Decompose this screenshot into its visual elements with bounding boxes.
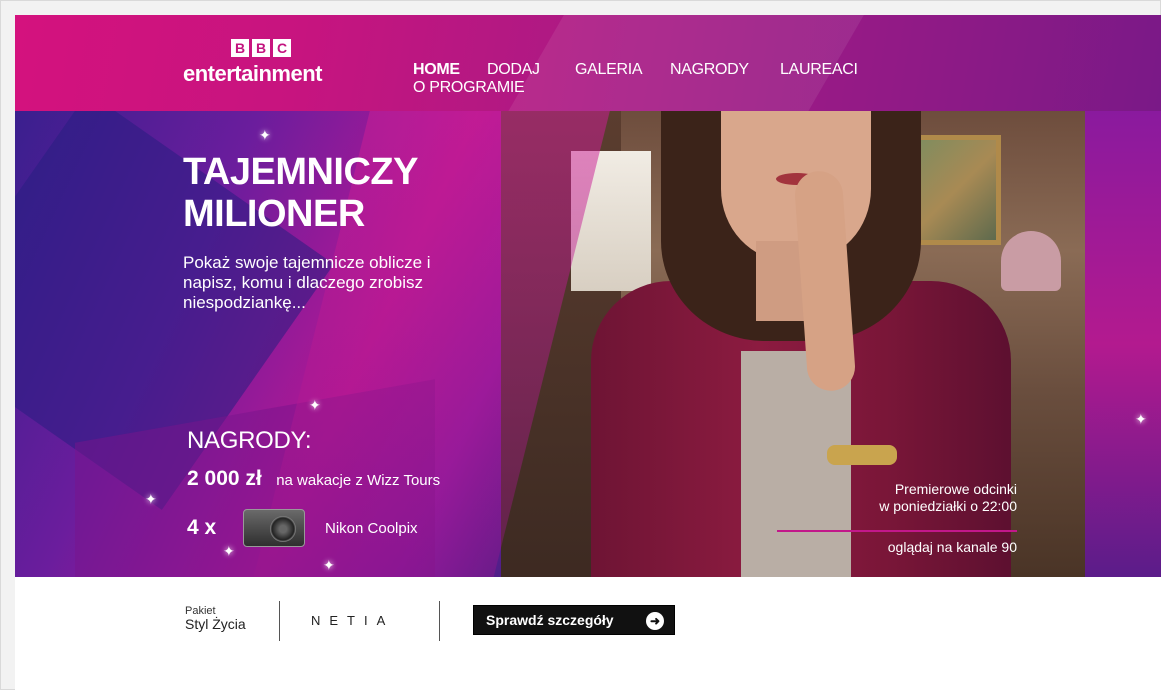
premiere-line: w poniedziałki o 22:00 xyxy=(879,498,1017,514)
cta-label: Sprawdź szczegóły xyxy=(486,612,614,628)
prizes-heading: NAGRODY: xyxy=(187,427,312,454)
premiere-line: Premierowe odcinki xyxy=(894,481,1017,497)
sparkle-icon: ✦ xyxy=(309,397,321,413)
nav-o-programie[interactable]: O PROGRAMIE xyxy=(413,79,525,97)
bbc-letter: B xyxy=(252,39,270,57)
channel-info: oglądaj na kanale 90 xyxy=(887,539,1017,555)
check-details-button[interactable]: Sprawdź szczegóły ➜ xyxy=(473,605,675,635)
nav-laureaci[interactable]: LAUREACI xyxy=(780,61,858,79)
premiere-divider xyxy=(777,530,1017,532)
hero-title-line: MILIONER xyxy=(183,193,365,235)
bbc-blocks: B B C xyxy=(231,39,291,57)
nav-galeria[interactable]: GALERIA xyxy=(575,61,643,79)
prize-amount: 2 000 zł xyxy=(187,467,262,490)
sparkle-icon: ✦ xyxy=(145,491,157,507)
nav-home[interactable]: HOME xyxy=(413,61,460,79)
hero-banner[interactable]: ✦ ✦ ✦ ✦ ✦ ✦ TAJEMNICZY MILIONER Pokaż sw… xyxy=(15,111,1161,577)
bbc-entertainment-logo[interactable]: B B C entertainment xyxy=(183,39,343,95)
nav-nagrody[interactable]: NAGRODY xyxy=(670,61,749,79)
nav-dodaj[interactable]: DODAJ xyxy=(487,61,540,79)
pakiet-name: Styl Życia xyxy=(185,616,246,632)
prize-cash: 2 000 zł na wakacje z Wizz Tours xyxy=(187,467,440,491)
bbc-letter: B xyxy=(231,39,249,57)
hero-title: TAJEMNICZY MILIONER xyxy=(183,151,418,235)
hero-facet-right xyxy=(1085,111,1161,577)
netia-logo: NETIA xyxy=(311,613,395,628)
footer-divider xyxy=(279,601,280,641)
hero-subtitle: Pokaż swoje tajemnicze oblicze i napisz,… xyxy=(183,253,431,312)
site-header: B B C entertainment HOME DODAJ GALERIA N… xyxy=(15,15,1161,111)
sparkle-icon: ✦ xyxy=(323,557,335,573)
prize-description: Nikon Coolpix xyxy=(325,519,418,537)
prize-camera: 4 x Nikon Coolpix xyxy=(187,509,418,547)
woman-watch xyxy=(827,445,897,465)
prize-description: na wakacje z Wizz Tours xyxy=(276,472,441,489)
sparkle-icon: ✦ xyxy=(1135,411,1147,427)
logo-text: entertainment xyxy=(183,61,322,86)
bbc-letter: C xyxy=(273,39,291,57)
pakiet-label: Pakiet Styl Życia xyxy=(185,605,246,631)
premiere-info: Premierowe odcinki w poniedziałki o 22:0… xyxy=(805,481,1017,515)
footer-divider xyxy=(439,601,440,641)
camera-lens xyxy=(270,516,296,542)
hero-title-line: TAJEMNICZY xyxy=(183,151,418,193)
sparkle-icon: ✦ xyxy=(259,127,271,143)
browser-frame: B B C entertainment HOME DODAJ GALERIA N… xyxy=(0,0,1161,691)
arrow-right-icon: ➜ xyxy=(646,612,664,630)
camera-icon xyxy=(243,509,305,547)
page: B B C entertainment HOME DODAJ GALERIA N… xyxy=(15,15,1161,691)
promo-footer: Pakiet Styl Życia NETIA Sprawdź szczegół… xyxy=(15,577,1161,691)
prize-count: 4 x xyxy=(187,516,217,539)
